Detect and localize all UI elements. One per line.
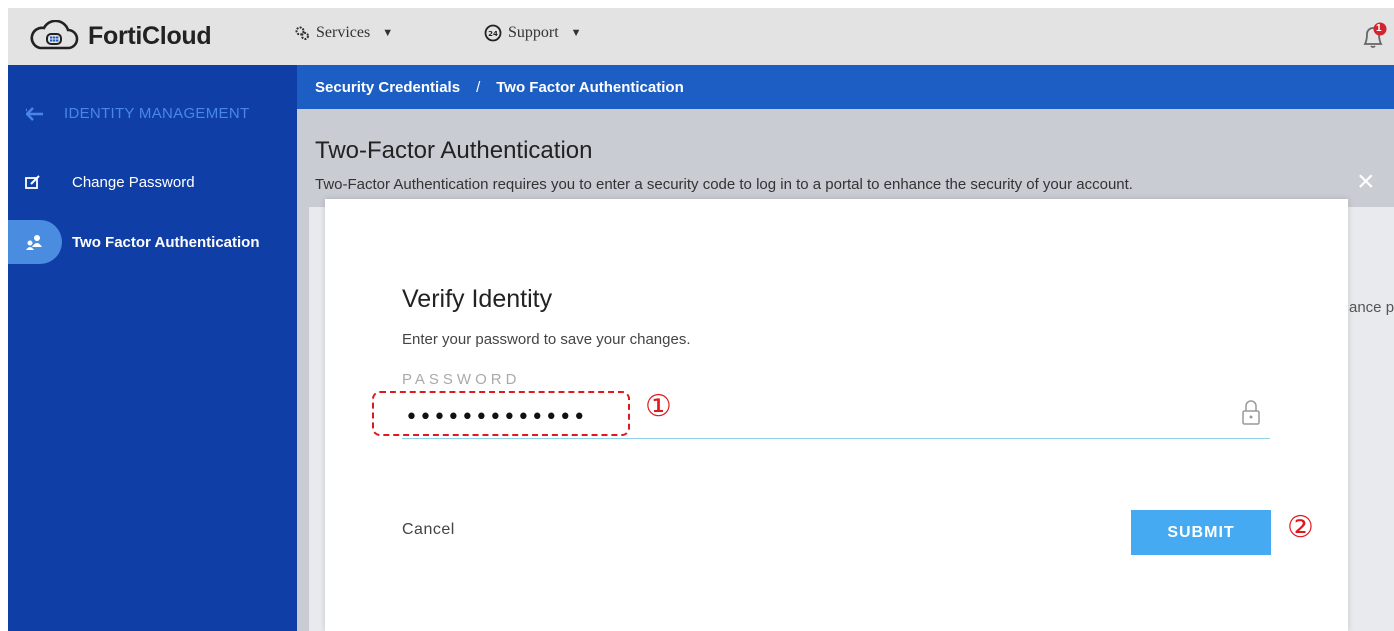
- sidebar-item-label: Change Password: [72, 173, 195, 191]
- sidebar-item-two-factor-authentication[interactable]: Two Factor Authentication: [8, 220, 297, 264]
- gears-icon: [295, 26, 309, 40]
- breadcrumb-parent[interactable]: Security Credentials: [315, 79, 460, 96]
- edit-icon: [8, 160, 58, 204]
- page-description: Two-Factor Authentication requires you t…: [315, 176, 1133, 193]
- modal-title: Verify Identity: [402, 285, 553, 313]
- support-24-icon: 24: [484, 24, 502, 42]
- breadcrumb: Security Credentials / Two Factor Authen…: [297, 65, 1394, 109]
- notification-count-badge: 1: [1376, 23, 1382, 34]
- cancel-button[interactable]: Cancel: [402, 521, 455, 539]
- breadcrumb-current: Two Factor Authentication: [496, 78, 684, 96]
- close-icon[interactable]: ×: [1357, 167, 1375, 197]
- brand-name: FortiCloud: [88, 21, 212, 50]
- cloud-logo-icon: [30, 20, 79, 50]
- lock-icon: [1242, 400, 1260, 425]
- annotation-highlight-box: [372, 391, 630, 436]
- nav-support[interactable]: 24 Support ▼: [484, 24, 582, 42]
- submit-button[interactable]: SUBMIT: [1131, 510, 1271, 555]
- people-icon: [8, 220, 62, 264]
- sidebar-back[interactable]: IDENTITY MANAGEMENT: [26, 105, 249, 122]
- password-label: PASSWORD: [402, 371, 521, 388]
- sidebar-section-title: IDENTITY MANAGEMENT: [64, 105, 250, 122]
- nav-support-label: Support: [508, 24, 559, 41]
- sidebar-item-label: Two Factor Authentication: [72, 233, 260, 251]
- annotation-step-1: ①: [645, 390, 672, 423]
- sidebar-item-change-password[interactable]: Change Password: [8, 160, 297, 204]
- sidebar: IDENTITY MANAGEMENT Change Password Two …: [8, 65, 297, 631]
- back-arrow-icon: [26, 106, 43, 121]
- modal-description: Enter your password to save your changes…: [402, 331, 691, 348]
- verify-identity-modal: Verify Identity Enter your password to s…: [325, 199, 1348, 631]
- nav-services[interactable]: Services ▼: [294, 24, 393, 42]
- brand-logo[interactable]: FortiCloud: [28, 18, 212, 54]
- page-title: Two-Factor Authentication: [315, 137, 593, 164]
- top-bar: FortiCloud Services ▼ 24 Support ▼ 1: [8, 8, 1394, 65]
- caret-down-icon: ▼: [570, 27, 582, 39]
- caret-down-icon: ▼: [382, 27, 394, 39]
- annotation-step-2: ②: [1287, 511, 1314, 544]
- svg-text:24: 24: [488, 30, 498, 38]
- notifications-button[interactable]: 1: [1360, 22, 1388, 52]
- bell-icon: [1363, 22, 1387, 48]
- breadcrumb-separator: /: [476, 78, 481, 96]
- obscured-text: ance p: [1349, 299, 1394, 316]
- nav-services-label: Services: [316, 24, 371, 41]
